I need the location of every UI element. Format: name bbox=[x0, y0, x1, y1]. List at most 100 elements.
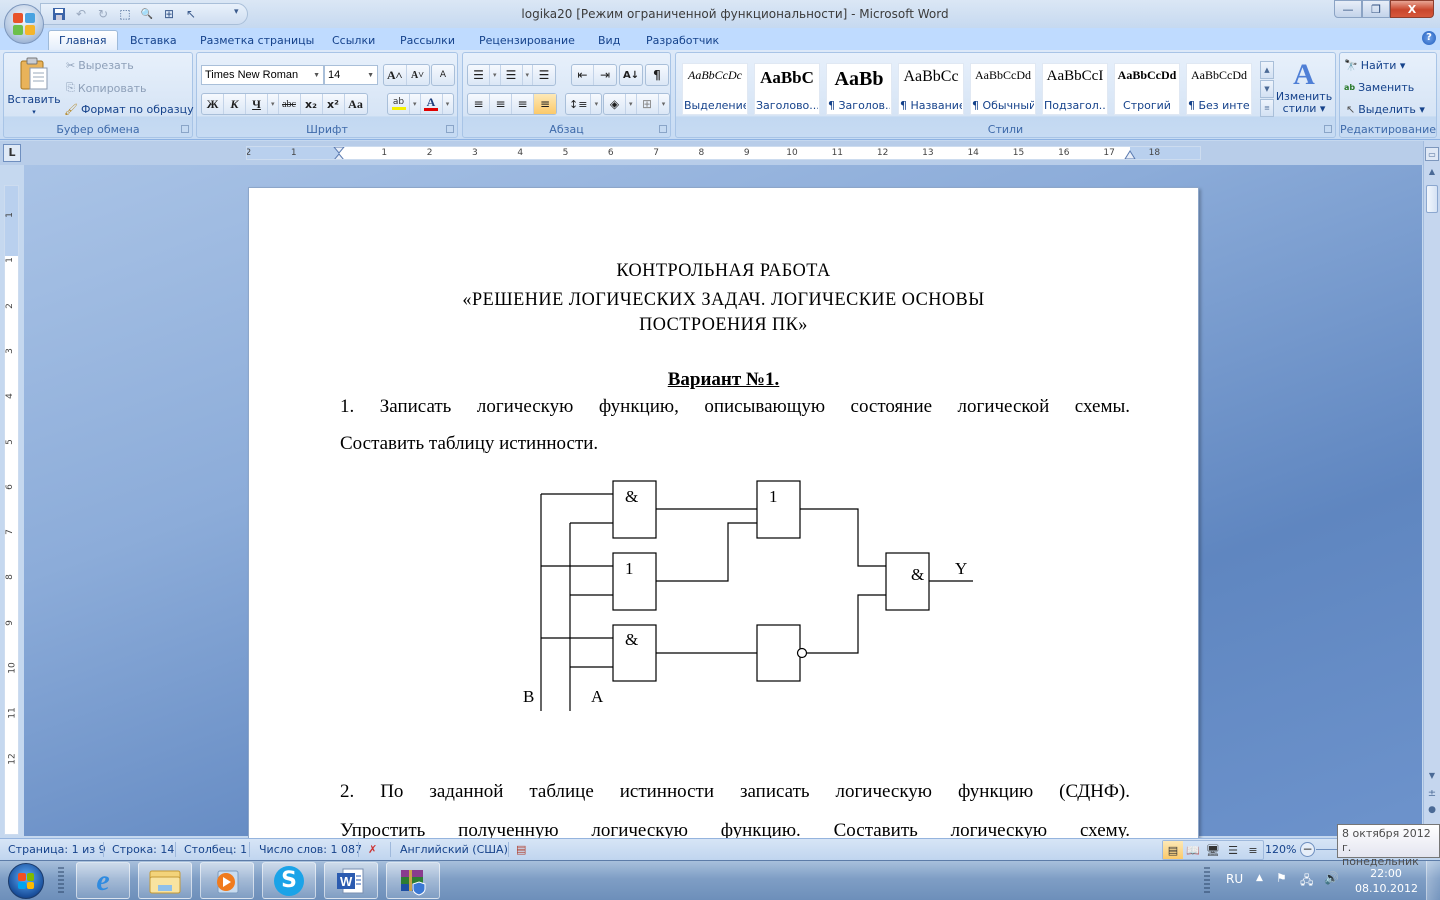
change-styles-button[interactable]: A Изменить стили ▾ bbox=[1276, 59, 1332, 115]
bullets-dropdown-icon[interactable]: ▾ bbox=[490, 65, 501, 85]
print-layout-view-button[interactable]: ▤ bbox=[1163, 841, 1183, 859]
tab-page-layout[interactable]: Разметка страницы bbox=[190, 30, 324, 50]
font-size-combobox[interactable]: 14 ▼ bbox=[324, 65, 378, 85]
format-painter-button[interactable]: 🖌 Формат по образцу bbox=[64, 103, 194, 116]
shading-button[interactable]: ◈ bbox=[604, 94, 626, 114]
language-indicator[interactable]: Английский (США) bbox=[400, 843, 508, 856]
document-page[interactable]: КОНТРОЛЬНАЯ РАБОТА «РЕШЕНИЕ ЛОГИЧЕСКИХ З… bbox=[248, 187, 1199, 847]
right-indent-marker-icon[interactable] bbox=[1124, 150, 1136, 160]
taskbar-grip[interactable] bbox=[58, 867, 64, 895]
justify-button[interactable]: ≡ bbox=[534, 94, 556, 114]
style-strong[interactable]: AaBbCcDd Строгий bbox=[1114, 63, 1180, 115]
select-button[interactable]: ↖ Выделить ▾ bbox=[1346, 103, 1425, 116]
borders-button[interactable]: ⊞ bbox=[637, 94, 659, 114]
zoom-level[interactable]: 120% bbox=[1265, 843, 1296, 856]
column-number[interactable]: Столбец: 1 bbox=[184, 843, 247, 856]
taskbar-app-media-player[interactable] bbox=[200, 862, 254, 899]
taskbar-app-windows-explorer[interactable] bbox=[138, 862, 192, 899]
help-icon[interactable]: ? bbox=[1422, 31, 1436, 45]
superscript-button[interactable]: x² bbox=[323, 94, 345, 114]
previous-page-icon[interactable]: ± bbox=[1425, 787, 1439, 801]
tab-insert[interactable]: Вставка bbox=[120, 30, 187, 50]
style-heading-2[interactable]: AaBb ¶ Заголов... bbox=[826, 63, 892, 115]
minimize-button[interactable]: — bbox=[1334, 0, 1362, 18]
select-objects-icon[interactable]: ⬚ bbox=[117, 6, 133, 22]
scrollbar-thumb[interactable] bbox=[1426, 185, 1438, 213]
clipboard-launcher-icon[interactable] bbox=[181, 125, 189, 133]
tab-home[interactable]: Главная bbox=[48, 30, 118, 50]
font-color-button[interactable]: A bbox=[421, 94, 443, 114]
sort-button[interactable]: A↓ bbox=[620, 65, 642, 85]
clock[interactable]: 22:00 08.10.2012 bbox=[1355, 866, 1418, 896]
close-button[interactable]: X bbox=[1390, 0, 1434, 18]
subscript-button[interactable]: x₂ bbox=[301, 94, 323, 114]
chevron-down-icon[interactable]: ▼ bbox=[367, 72, 374, 79]
gallery-more-icon[interactable]: ≡ bbox=[1260, 99, 1274, 117]
tab-review[interactable]: Рецензирование bbox=[469, 30, 585, 50]
styles-launcher-icon[interactable] bbox=[1324, 125, 1332, 133]
font-name-combobox[interactable]: Times New Roman ▼ bbox=[201, 65, 324, 85]
input-language[interactable]: RU bbox=[1226, 872, 1243, 886]
font-color-dropdown-icon[interactable]: ▾ bbox=[443, 94, 453, 114]
underline-dropdown-icon[interactable]: ▾ bbox=[268, 94, 279, 114]
restore-button[interactable]: ❐ bbox=[1362, 0, 1390, 18]
find-button[interactable]: 🔭 Найти ▾ bbox=[1344, 59, 1405, 72]
numbering-button[interactable]: ☰ bbox=[501, 65, 523, 85]
multilevel-list-button[interactable]: ☰ bbox=[533, 65, 555, 85]
strikethrough-button[interactable]: abc bbox=[279, 94, 301, 114]
tray-grip[interactable] bbox=[1204, 867, 1210, 895]
highlight-button[interactable]: ab bbox=[388, 94, 410, 114]
align-left-button[interactable]: ≡ bbox=[468, 94, 490, 114]
align-center-button[interactable]: ≡ bbox=[490, 94, 512, 114]
save-icon[interactable] bbox=[51, 6, 67, 22]
replace-button[interactable]: ab Заменить bbox=[1344, 81, 1414, 94]
macro-recording-icon[interactable]: ▤ bbox=[516, 843, 526, 856]
proofing-error-icon[interactable]: ✗ bbox=[368, 843, 377, 856]
chevron-down-icon[interactable]: ▼ bbox=[313, 72, 320, 79]
view-ruler-toggle-icon[interactable]: ▭ bbox=[1425, 147, 1439, 161]
vertical-scrollbar[interactable]: ▭ ▲ ▼ ± ● bbox=[1423, 141, 1440, 836]
style-heading-1[interactable]: AaBbC Заголово... bbox=[754, 63, 820, 115]
action-center-icon[interactable]: ⚑ bbox=[1276, 871, 1287, 885]
borders-dropdown-icon[interactable]: ▾ bbox=[659, 94, 669, 114]
gallery-up-icon[interactable]: ▲ bbox=[1260, 61, 1274, 79]
tab-mailings[interactable]: Рассылки bbox=[390, 30, 465, 50]
grow-font-button[interactable]: A˄ bbox=[384, 65, 407, 85]
increase-indent-button[interactable]: ⇥ bbox=[594, 65, 616, 85]
taskbar-app-internet-explorer[interactable]: e bbox=[76, 862, 130, 899]
numbering-dropdown-icon[interactable]: ▾ bbox=[523, 65, 534, 85]
taskbar-app-winrar[interactable] bbox=[386, 862, 440, 899]
indent-marker-icon[interactable] bbox=[333, 147, 345, 160]
line-spacing-dropdown-icon[interactable]: ▾ bbox=[591, 94, 601, 114]
office-button[interactable] bbox=[4, 4, 44, 44]
style-title[interactable]: AaBbCc ¶ Название bbox=[898, 63, 964, 115]
show-hidden-icons[interactable]: ▲ bbox=[1256, 873, 1263, 883]
taskbar-app-skype[interactable]: S bbox=[262, 862, 316, 899]
decrease-indent-button[interactable]: ⇤ bbox=[572, 65, 594, 85]
network-icon[interactable]: 🖧 bbox=[1300, 871, 1313, 892]
undo-icon[interactable]: ↶ bbox=[73, 6, 89, 22]
outline-view-button[interactable]: ☰ bbox=[1223, 841, 1243, 859]
tab-selector-button[interactable]: L bbox=[3, 144, 21, 162]
paste-button[interactable]: Вставить ▾ bbox=[7, 57, 61, 116]
taskbar-app-microsoft-word[interactable]: W bbox=[324, 862, 378, 899]
line-spacing-button[interactable]: ↕≡ bbox=[566, 94, 592, 114]
change-case-button[interactable]: Aa bbox=[345, 94, 367, 114]
zoom-out-button[interactable]: − bbox=[1300, 842, 1315, 857]
style-no-spacing[interactable]: AaBbCcDd ¶ Без инте... bbox=[1186, 63, 1252, 115]
copy-button[interactable]: ⎘ Копировать bbox=[66, 81, 147, 95]
bullets-button[interactable]: ☰ bbox=[468, 65, 490, 85]
gallery-down-icon[interactable]: ▼ bbox=[1260, 80, 1274, 98]
style-emphasis[interactable]: AaBbCcDc Выделение bbox=[682, 63, 748, 115]
cut-button[interactable]: ✂ Вырезать bbox=[66, 59, 134, 72]
clear-formatting-button[interactable]: A bbox=[432, 65, 454, 85]
full-screen-reading-view-button[interactable]: 📖 bbox=[1183, 841, 1203, 859]
pointer-icon[interactable]: ↖ bbox=[183, 6, 199, 22]
tab-developer[interactable]: Разработчик bbox=[636, 30, 729, 50]
line-number[interactable]: Строка: 14 bbox=[112, 843, 174, 856]
customize-qat-icon[interactable]: ▾ bbox=[234, 7, 239, 17]
web-layout-view-button[interactable]: 🖥 bbox=[1203, 841, 1223, 859]
tab-view[interactable]: Вид bbox=[588, 30, 630, 50]
highlight-dropdown-icon[interactable]: ▾ bbox=[410, 94, 421, 114]
page-count[interactable]: Страница: 1 из 9 bbox=[8, 843, 106, 856]
